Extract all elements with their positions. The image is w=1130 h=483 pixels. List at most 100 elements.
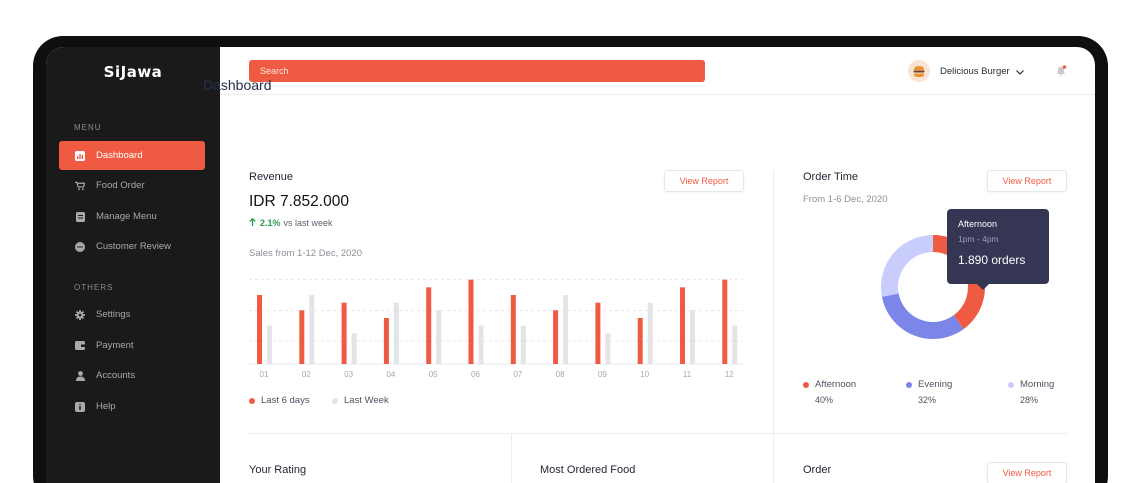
sidebar-item-accounts[interactable]: Accounts xyxy=(59,361,205,390)
bar-current[interactable] xyxy=(553,310,559,364)
bar-previous[interactable] xyxy=(436,310,442,364)
sidebar-item-help[interactable]: Help xyxy=(59,392,205,421)
revenue-bar-chart: 01 02 03 04 05 06 07 08 09 10 11 12 xyxy=(249,278,743,379)
bar-previous[interactable] xyxy=(478,325,484,364)
chat-icon xyxy=(75,241,85,252)
bar-current[interactable] xyxy=(257,295,262,364)
sidebar-item-customer-review[interactable]: Customer Review xyxy=(59,232,205,261)
order-time-subtitle: From 1-6 Dec, 2020 xyxy=(803,194,888,205)
bar-current[interactable] xyxy=(383,318,389,364)
bar-current[interactable] xyxy=(510,295,516,364)
bar-previous[interactable] xyxy=(520,325,526,364)
arrow-up-icon xyxy=(249,217,256,228)
x-tick-label: 05 xyxy=(429,370,438,379)
sidebar-item-payment[interactable]: Payment xyxy=(59,331,205,360)
legend-label: Last Week xyxy=(344,395,389,406)
x-tick-label: 06 xyxy=(471,370,480,379)
legend-evening: Evening xyxy=(906,379,952,390)
bar-previous[interactable] xyxy=(605,333,611,364)
legend-dot xyxy=(803,381,809,388)
sidebar-item-label: Manage Menu xyxy=(96,211,157,222)
bar-previous[interactable] xyxy=(309,295,315,364)
bar-current[interactable] xyxy=(341,302,347,364)
bar-current[interactable] xyxy=(299,310,305,364)
legend-dot xyxy=(332,397,338,404)
bar-current[interactable] xyxy=(468,279,474,364)
sidebar-item-label: Payment xyxy=(96,340,134,351)
bar-previous[interactable] xyxy=(267,325,272,364)
x-tick-label: 08 xyxy=(556,370,565,379)
sidebar-item-label: Food Order xyxy=(96,180,145,191)
chevron-down-icon xyxy=(1015,62,1024,80)
revenue-subtitle: Sales from 1-12 Dec, 2020 xyxy=(249,248,363,259)
legend-dot xyxy=(906,381,912,388)
column-divider xyxy=(773,170,774,483)
others-section-label: OTHERS xyxy=(74,283,114,292)
bar-previous[interactable] xyxy=(563,295,569,364)
donut-tooltip: Afternoon 1pm - 4pm 1.890 orders xyxy=(947,209,1049,290)
donut-slice-morning[interactable] xyxy=(881,235,933,297)
sidebar-item-label: Dashboard xyxy=(96,150,143,161)
order-view-report-button[interactable]: View Report xyxy=(987,462,1067,483)
tooltip-label: Afternoon xyxy=(958,219,998,229)
x-tick-label: 12 xyxy=(725,370,734,379)
most-ordered-food-title: Most Ordered Food xyxy=(540,464,636,476)
your-rating-title: Your Rating xyxy=(249,464,307,476)
sidebar-item-label: Customer Review xyxy=(96,241,171,252)
x-tick-label: 11 xyxy=(683,370,692,379)
legend-dot xyxy=(249,397,255,404)
sidebar-item-label: Settings xyxy=(96,309,131,320)
chart-icon xyxy=(75,150,85,161)
bar-previous[interactable] xyxy=(393,302,399,364)
legend-label: Last 6 days xyxy=(261,395,310,406)
brand-logo[interactable]: SiJawa xyxy=(46,63,220,81)
bell-icon[interactable] xyxy=(1055,64,1067,82)
growth-percent: 2.1% xyxy=(260,218,281,228)
bar-previous[interactable] xyxy=(732,325,738,364)
tooltip-time: 1pm - 4pm xyxy=(958,234,999,244)
sidebar-item-settings[interactable]: Settings xyxy=(59,300,205,329)
search-input[interactable]: Search xyxy=(249,60,705,82)
x-tick-label: 01 xyxy=(260,370,269,379)
bar-current[interactable] xyxy=(722,279,728,364)
sidebar-item-label: Accounts xyxy=(96,370,136,381)
search-placeholder: Search xyxy=(260,66,289,76)
document-icon xyxy=(75,211,85,222)
page-title: Dashboard xyxy=(203,77,272,93)
tooltip-value: 1.890 orders xyxy=(958,253,1026,267)
sidebar-item-food-order[interactable]: Food Order xyxy=(59,171,205,200)
x-tick-label: 04 xyxy=(386,370,395,379)
bar-previous[interactable] xyxy=(351,333,357,364)
column-divider xyxy=(511,433,512,483)
x-tick-label: 03 xyxy=(344,370,353,379)
x-tick-label: 09 xyxy=(598,370,607,379)
order-time-view-report-button[interactable]: View Report xyxy=(987,170,1067,192)
evening-percent: 32% xyxy=(918,395,937,405)
legend-morning: Morning xyxy=(1008,379,1054,390)
revenue-title: Revenue xyxy=(249,171,294,183)
revenue-view-report-button[interactable]: View Report xyxy=(664,170,744,192)
donut-slice-evening[interactable] xyxy=(881,293,964,339)
x-tick-label: 10 xyxy=(640,370,649,379)
afternoon-percent: 40% xyxy=(815,395,834,405)
order-title: Order xyxy=(803,464,832,476)
bar-current[interactable] xyxy=(595,302,601,364)
growth-suffix: vs last week xyxy=(283,218,333,228)
bar-current[interactable] xyxy=(680,287,685,364)
x-tick-label: 02 xyxy=(302,370,311,379)
bar-current[interactable] xyxy=(426,287,432,364)
user-menu[interactable]: Delicious Burger xyxy=(908,60,1024,82)
sidebar-item-manage-menu[interactable]: Manage Menu xyxy=(59,202,205,231)
menu-section-label: MENU xyxy=(74,123,102,132)
legend-last-week: Last Week xyxy=(332,395,389,406)
tooltip-tail xyxy=(977,284,989,290)
bar-previous[interactable] xyxy=(647,302,653,364)
topbar: Search Delicious Burger xyxy=(220,47,1095,95)
legend-label: Evening xyxy=(918,379,953,390)
bar-previous[interactable] xyxy=(690,310,695,364)
bar-current[interactable] xyxy=(637,318,643,364)
sidebar-item-dashboard[interactable]: Dashboard xyxy=(59,141,205,170)
wallet-icon xyxy=(75,341,85,351)
legend-afternoon: Afternoon xyxy=(803,379,856,390)
revenue-growth: 2.1% vs last week xyxy=(249,217,333,228)
